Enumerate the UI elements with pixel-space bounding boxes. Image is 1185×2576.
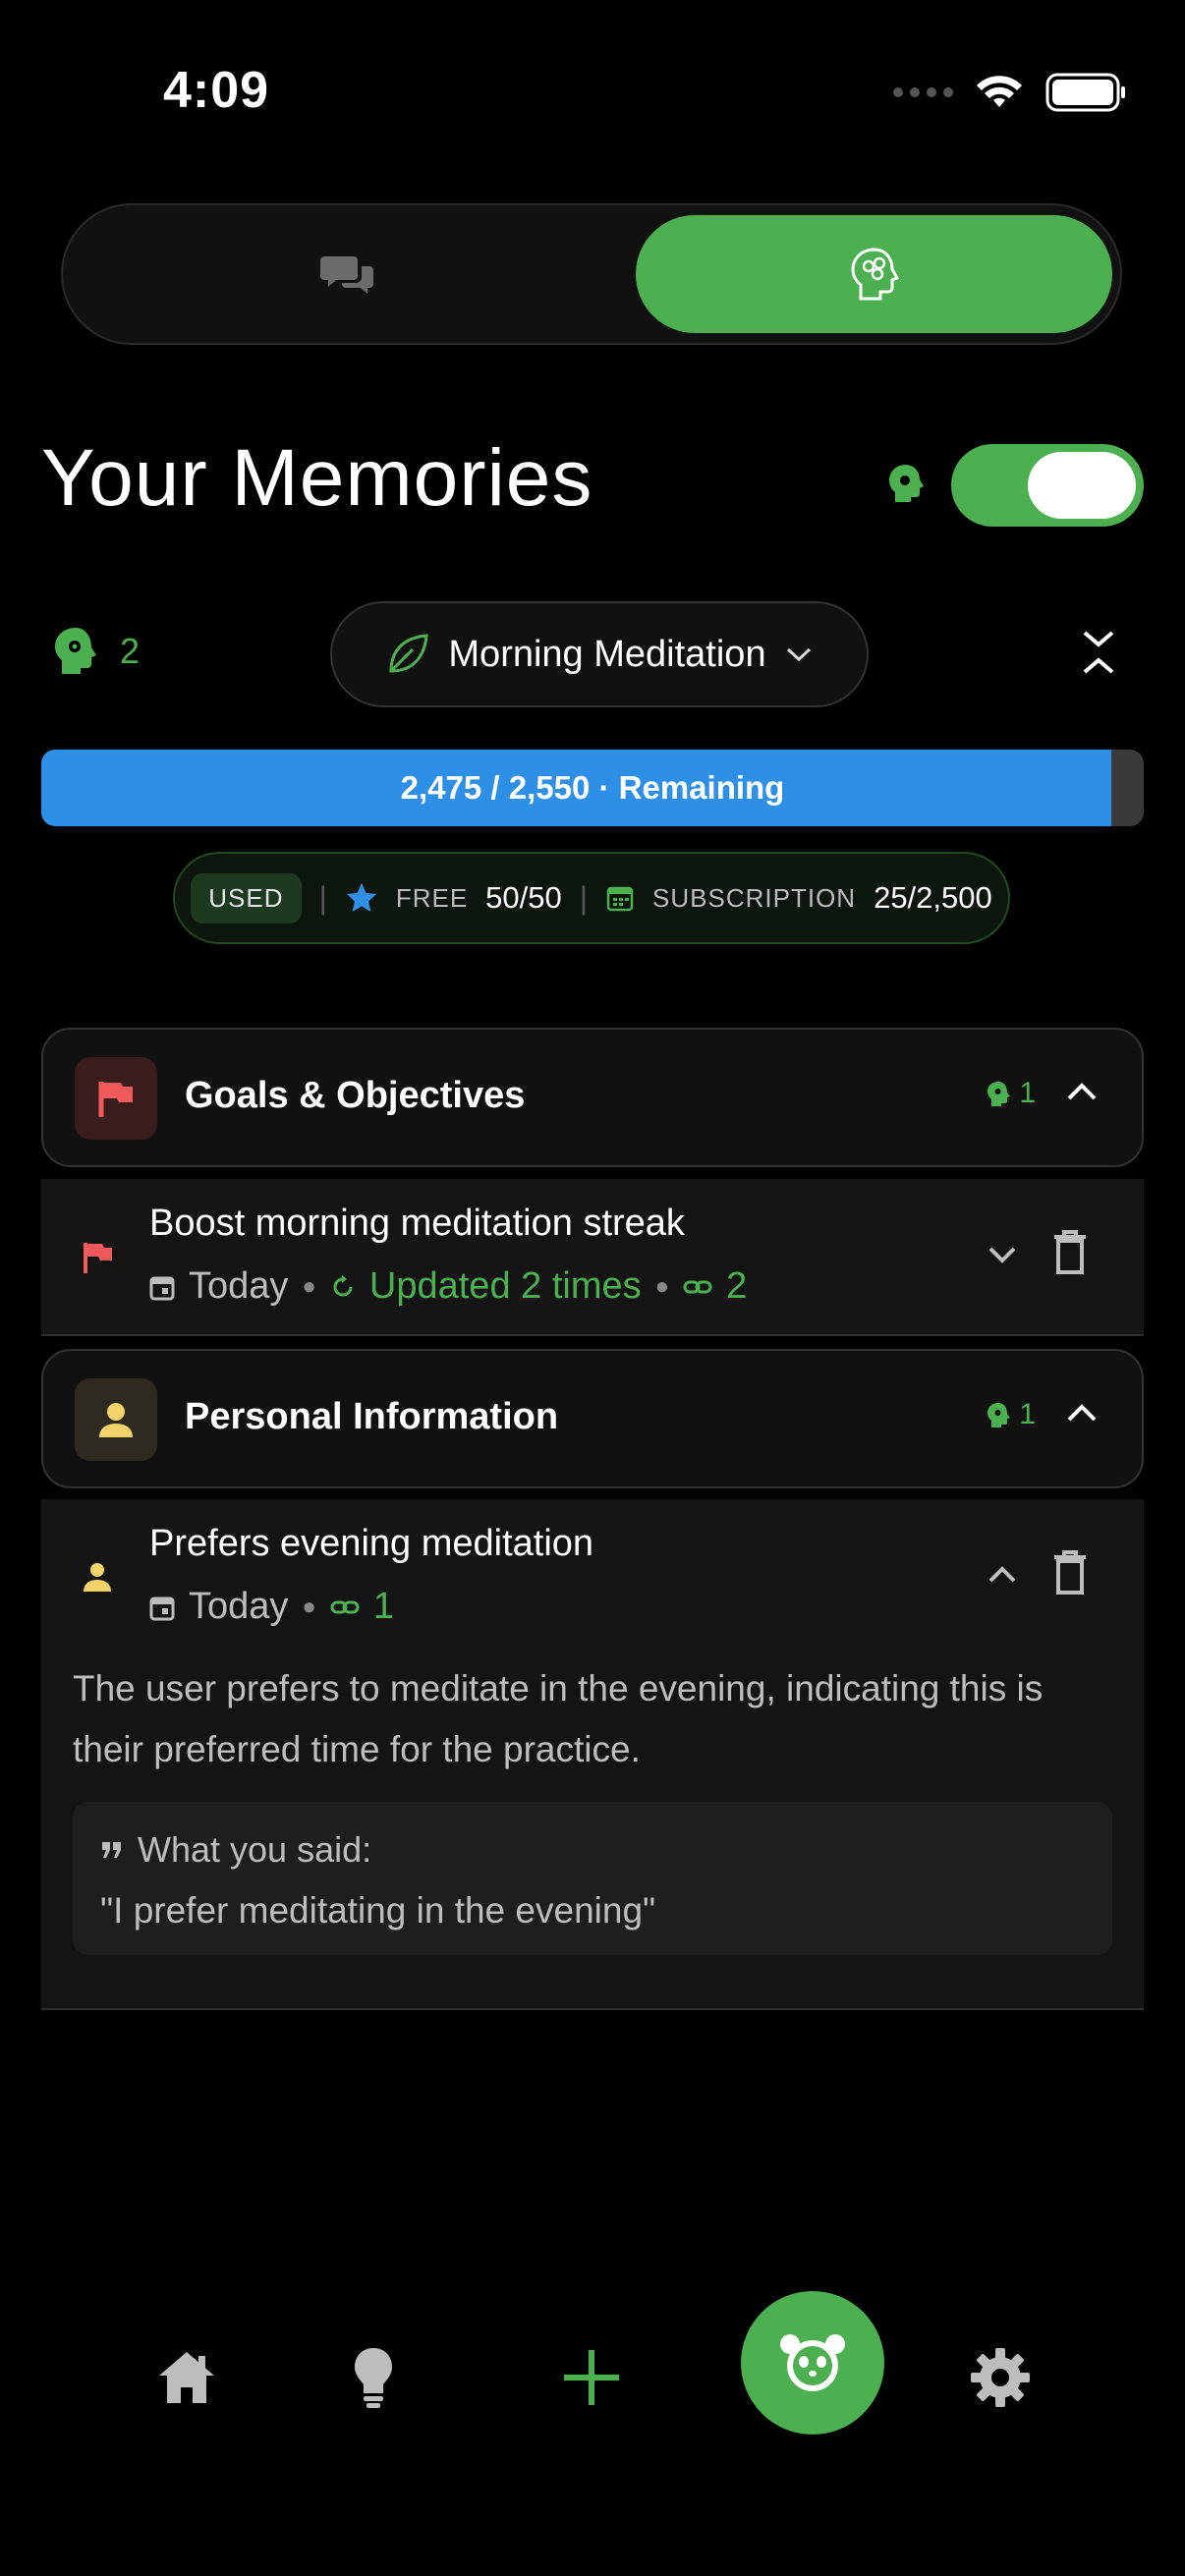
- usage-progress-bar: 2,475 / 2,550 · Remaining: [41, 750, 1144, 826]
- status-icons: [893, 73, 1126, 112]
- category-count: 1: [986, 1077, 1036, 1110]
- separator-dot: ●: [654, 1272, 670, 1300]
- memory-count-badge: 2: [51, 625, 140, 678]
- quote-text: "I prefer meditating in the evening": [100, 1890, 656, 1931]
- trash-icon[interactable]: [1051, 1230, 1089, 1275]
- category-personal-information[interactable]: Personal Information 1: [41, 1349, 1144, 1488]
- category-title: Goals & Objectives: [185, 1075, 526, 1116]
- link-count: 2: [726, 1265, 748, 1307]
- subscription-label: SUBSCRIPTION: [652, 882, 857, 913]
- quote-icon: [102, 1842, 121, 1858]
- nav-add[interactable]: [542, 2328, 641, 2427]
- toggle-knob: [1028, 452, 1136, 519]
- used-tag: USED: [191, 872, 302, 924]
- memory-brain-gear-icon: [889, 465, 924, 502]
- nav-home[interactable]: [138, 2328, 236, 2427]
- category-title: Personal Information: [185, 1396, 559, 1437]
- memories-tab[interactable]: [636, 215, 1112, 333]
- category-goals[interactable]: Goals & Objectives 1: [41, 1028, 1144, 1167]
- flag-icon: [98, 1082, 133, 1117]
- person-icon: [99, 1403, 133, 1437]
- category-icon: [75, 1378, 157, 1461]
- progress-label: 2,475 / 2,550 · Remaining: [400, 769, 785, 806]
- category-icon: [75, 1057, 157, 1140]
- person-icon: [84, 1563, 111, 1592]
- updated-count: Updated 2 times: [368, 1265, 642, 1307]
- divider: |: [318, 879, 327, 916]
- quote-label: What you said:: [100, 1829, 371, 1871]
- row-divider: [41, 1334, 1144, 1336]
- memory-description: The user prefers to meditate in the even…: [73, 1668, 1044, 1769]
- gear-icon: [971, 2348, 1030, 2407]
- link-icon: [683, 1280, 712, 1293]
- separator-dot: ●: [302, 1272, 316, 1300]
- link-icon: [330, 1600, 360, 1613]
- wifi-icon: [977, 76, 1022, 107]
- chat-tab[interactable]: [63, 205, 633, 343]
- memory-meta: Today ● 1: [149, 1586, 394, 1628]
- flag-icon: [84, 1243, 112, 1273]
- trash-icon[interactable]: [1051, 1550, 1089, 1596]
- memory-title: Boost morning meditation streak: [149, 1203, 685, 1244]
- quote-label-text: What you said:: [138, 1829, 372, 1870]
- calendar-icon: [606, 886, 634, 912]
- leaf-icon: [389, 634, 429, 673]
- memory-meta: Today ● Updated 2 times ● 2: [149, 1265, 747, 1308]
- topic-dropdown[interactable]: Morning Meditation: [330, 601, 869, 707]
- home-icon: [159, 2352, 214, 2403]
- chevron-up-icon[interactable]: [1065, 1081, 1099, 1102]
- row-divider: [41, 2008, 1144, 2010]
- memory-title: Prefers evening meditation: [149, 1523, 594, 1564]
- view-switcher: [61, 203, 1122, 345]
- category-count: 1: [986, 1398, 1036, 1431]
- category-count-value: 1: [1019, 1077, 1036, 1109]
- chevron-down-icon: [786, 647, 811, 662]
- nav-settings[interactable]: [951, 2328, 1049, 2427]
- nav-panda-button[interactable]: [741, 2291, 884, 2435]
- plus-icon: [564, 2350, 619, 2405]
- topic-label: Morning Meditation: [448, 633, 766, 675]
- memory-toggle[interactable]: [951, 444, 1144, 527]
- star-icon: [346, 883, 376, 912]
- status-time: 4:09: [163, 62, 270, 119]
- category-count-value: 1: [1019, 1398, 1036, 1430]
- brain-head-icon: [850, 248, 899, 301]
- memory-count: 2: [120, 631, 141, 671]
- calendar-icon: [149, 1596, 175, 1620]
- calendar-icon: [149, 1276, 175, 1300]
- subscription-value: 25/2,500: [874, 880, 992, 915]
- battery-icon: [1045, 73, 1125, 112]
- signal-dots-icon: [893, 87, 953, 97]
- collapse-all-icon[interactable]: [1071, 625, 1126, 680]
- quote-box: What you said: "I prefer meditating in t…: [73, 1802, 1112, 1955]
- free-label: FREE: [395, 882, 469, 913]
- link-count: 1: [372, 1586, 395, 1627]
- brain-gear-icon: [988, 1403, 1011, 1428]
- brain-gear-icon: [988, 1082, 1011, 1106]
- memory-date: Today: [189, 1265, 289, 1307]
- separator-dot: ●: [302, 1593, 316, 1620]
- page-title: Your Memories: [41, 433, 593, 523]
- chevron-up-icon[interactable]: [1065, 1402, 1099, 1424]
- lightbulb-icon: [355, 2348, 392, 2408]
- brain-gear-icon: [55, 628, 96, 674]
- chevron-down-icon[interactable]: [987, 1244, 1018, 1265]
- chat-bubbles-icon: [320, 256, 373, 294]
- usage-summary: USED | FREE 50/50 | SUBSCRIPTION 25/2,50…: [173, 852, 1010, 944]
- panda-icon: [780, 2334, 845, 2391]
- memory-item[interactable]: Boost morning meditation streak Today ● …: [41, 1179, 1144, 1334]
- memory-date: Today: [189, 1586, 289, 1627]
- chevron-up-icon[interactable]: [987, 1564, 1018, 1586]
- free-value: 50/50: [485, 880, 562, 915]
- refresh-icon: [333, 1274, 353, 1296]
- nav-ideas[interactable]: [324, 2328, 423, 2427]
- divider: |: [579, 879, 589, 916]
